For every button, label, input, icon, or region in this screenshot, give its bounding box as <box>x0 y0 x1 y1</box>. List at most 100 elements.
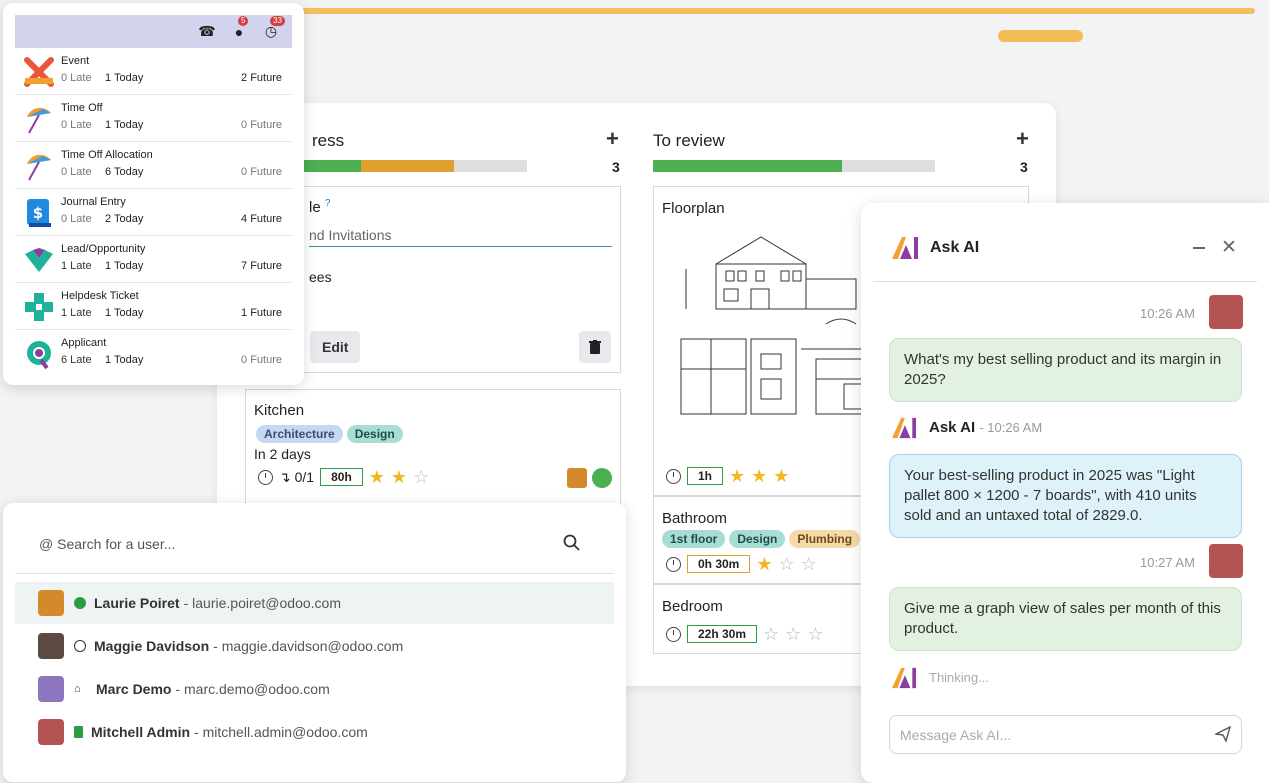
allocated-hours: 80h <box>320 468 363 486</box>
late-count[interactable]: 6 Late <box>61 354 92 366</box>
user-row-marc-demo[interactable]: ⌂ Marc Demo - marc.demo@odoo.com <box>15 668 614 710</box>
star-icon[interactable]: ☆ <box>785 625 801 643</box>
column-progress-bar <box>300 160 527 172</box>
future-count[interactable]: 4 Future <box>241 213 282 225</box>
user-row-laurie-poiret[interactable]: Laurie Poiret - laurie.poiret@odoo.com <box>15 582 614 624</box>
activity-item-time-off-allocation[interactable]: Time Off Allocation 0 Late 6 Today 0 Fut… <box>15 142 292 189</box>
today-count[interactable]: 1 Today <box>105 260 143 272</box>
activity-item-lead-opportunity[interactable]: Lead/Opportunity 1 Late 1 Today 7 Future <box>15 236 292 283</box>
allocated-hours: 0h 30m <box>687 555 751 573</box>
subtask-count[interactable]: ↴ 0/1 <box>279 469 314 486</box>
future-count[interactable]: 2 Future <box>241 72 282 84</box>
search-icon[interactable] <box>563 534 580 551</box>
activity-item-time-off[interactable]: Time Off 0 Late 1 Today 0 Future <box>15 95 292 142</box>
star-icon[interactable]: ★ <box>369 468 385 486</box>
late-count[interactable]: 0 Late <box>61 119 92 131</box>
tag-plumbing: Plumbing <box>789 530 861 548</box>
user-message: What's my best selling product and its m… <box>889 338 1242 402</box>
user-row-mitchell-admin[interactable]: Mitchell Admin - mitchell.admin@odoo.com <box>15 711 614 753</box>
chat-icon[interactable]: ● 5 <box>230 15 249 41</box>
edit-button[interactable]: Edit <box>310 331 361 363</box>
user-email: - marc.demo@odoo.com <box>175 681 330 697</box>
clock-icon[interactable] <box>666 468 681 484</box>
clock-icon[interactable] <box>258 469 273 485</box>
message-time: - 10:26 AM <box>979 420 1043 435</box>
star-icon[interactable]: ☆ <box>763 625 779 643</box>
floorplan-image <box>680 236 867 415</box>
column-count: 3 <box>1020 159 1028 175</box>
avatar <box>38 676 64 702</box>
helpdesk-icon <box>25 293 53 321</box>
user-search-dropdown: @ Search for a user... Laurie Poiret - l… <box>3 503 626 782</box>
close-icon[interactable]: ✕ <box>1221 236 1237 259</box>
message-time: 10:27 AM <box>1140 555 1195 570</box>
clock-icon[interactable] <box>666 556 681 572</box>
activity-count-badge: 33 <box>270 15 285 27</box>
home-icon: ⌂ <box>74 683 81 695</box>
search-input[interactable]: @ Search for a user... <box>39 536 175 552</box>
user-row-maggie-davidson[interactable]: Maggie Davidson - maggie.davidson@odoo.c… <box>15 625 614 667</box>
add-card-button[interactable]: + <box>606 126 619 152</box>
user-avatar <box>1209 295 1243 329</box>
user-name: Laurie Poiret <box>94 595 180 611</box>
future-count[interactable]: 0 Future <box>241 166 282 178</box>
activity-item-helpdesk-ticket[interactable]: Helpdesk Ticket 1 Late 1 Today 1 Future <box>15 283 292 330</box>
clock-icon[interactable] <box>666 626 681 642</box>
activity-item-applicant[interactable]: Applicant 6 Late 1 Today 0 Future <box>15 330 292 377</box>
status-dot[interactable] <box>592 468 612 488</box>
activity-item-journal-entry[interactable]: $ Journal Entry 0 Late 2 Today 4 Future <box>15 189 292 236</box>
today-count[interactable]: 2 Today <box>105 213 143 225</box>
late-count[interactable]: 0 Late <box>61 72 92 84</box>
online-status-icon <box>74 597 86 609</box>
user-email: - mitchell.admin@odoo.com <box>194 724 368 740</box>
future-count[interactable]: 0 Future <box>241 119 282 131</box>
today-count[interactable]: 1 Today <box>105 72 143 84</box>
star-icon[interactable]: ★ <box>391 468 407 486</box>
progress-done <box>653 160 842 172</box>
umbrella-icon <box>27 107 51 134</box>
avatar <box>38 633 64 659</box>
task-card-kitchen[interactable]: Kitchen Architecture Design In 2 days ↴ … <box>245 389 621 509</box>
avatar <box>38 719 64 745</box>
star-icon[interactable]: ★ <box>729 467 745 485</box>
activity-name: Journal Entry <box>61 196 126 208</box>
star-icon[interactable]: ☆ <box>413 468 429 486</box>
title-input[interactable]: nd Invitations <box>309 227 612 247</box>
add-card-button[interactable]: + <box>1016 126 1029 152</box>
offline-status-icon <box>74 640 86 652</box>
today-count[interactable]: 1 Today <box>105 354 143 366</box>
help-icon[interactable]: ? <box>325 198 331 209</box>
star-icon[interactable]: ★ <box>751 467 767 485</box>
umbrella-icon <box>27 154 51 181</box>
phone-icon[interactable]: ☎ <box>198 23 216 41</box>
today-count[interactable]: 1 Today <box>105 307 143 319</box>
activity-item-event[interactable]: Event 0 Late 1 Today 2 Future <box>15 48 292 95</box>
star-icon[interactable]: ★ <box>756 555 772 573</box>
late-count[interactable]: 1 Late <box>61 260 92 272</box>
clock-icon[interactable]: ◷ 33 <box>262 15 285 41</box>
activity-name: Time Off Allocation <box>61 149 153 161</box>
star-icon[interactable]: ★ <box>773 467 789 485</box>
delete-button[interactable] <box>579 331 611 363</box>
star-icon[interactable]: ☆ <box>801 555 817 573</box>
send-icon[interactable] <box>1215 726 1231 742</box>
future-count[interactable]: 0 Future <box>241 354 282 366</box>
future-count[interactable]: 7 Future <box>241 260 282 272</box>
late-count[interactable]: 0 Late <box>61 166 92 178</box>
recruitment-icon <box>27 341 51 370</box>
message-count-badge: 5 <box>238 15 249 27</box>
today-count[interactable]: 1 Today <box>105 119 143 131</box>
minimize-icon[interactable] <box>1193 247 1205 249</box>
star-icon[interactable]: ☆ <box>807 625 823 643</box>
event-icon <box>24 57 54 87</box>
dollar-icon: $ <box>27 199 51 227</box>
late-count[interactable]: 1 Late <box>61 307 92 319</box>
today-count[interactable]: 6 Today <box>105 166 143 178</box>
message-input[interactable]: Message Ask AI... <box>889 715 1242 754</box>
future-count[interactable]: 1 Future <box>241 307 282 319</box>
column-title-to-review: To review <box>653 131 725 150</box>
late-count[interactable]: 0 Late <box>61 213 92 225</box>
user-message: Give me a graph view of sales per month … <box>889 587 1242 651</box>
star-icon[interactable]: ☆ <box>779 555 795 573</box>
progress-warn <box>361 160 455 172</box>
